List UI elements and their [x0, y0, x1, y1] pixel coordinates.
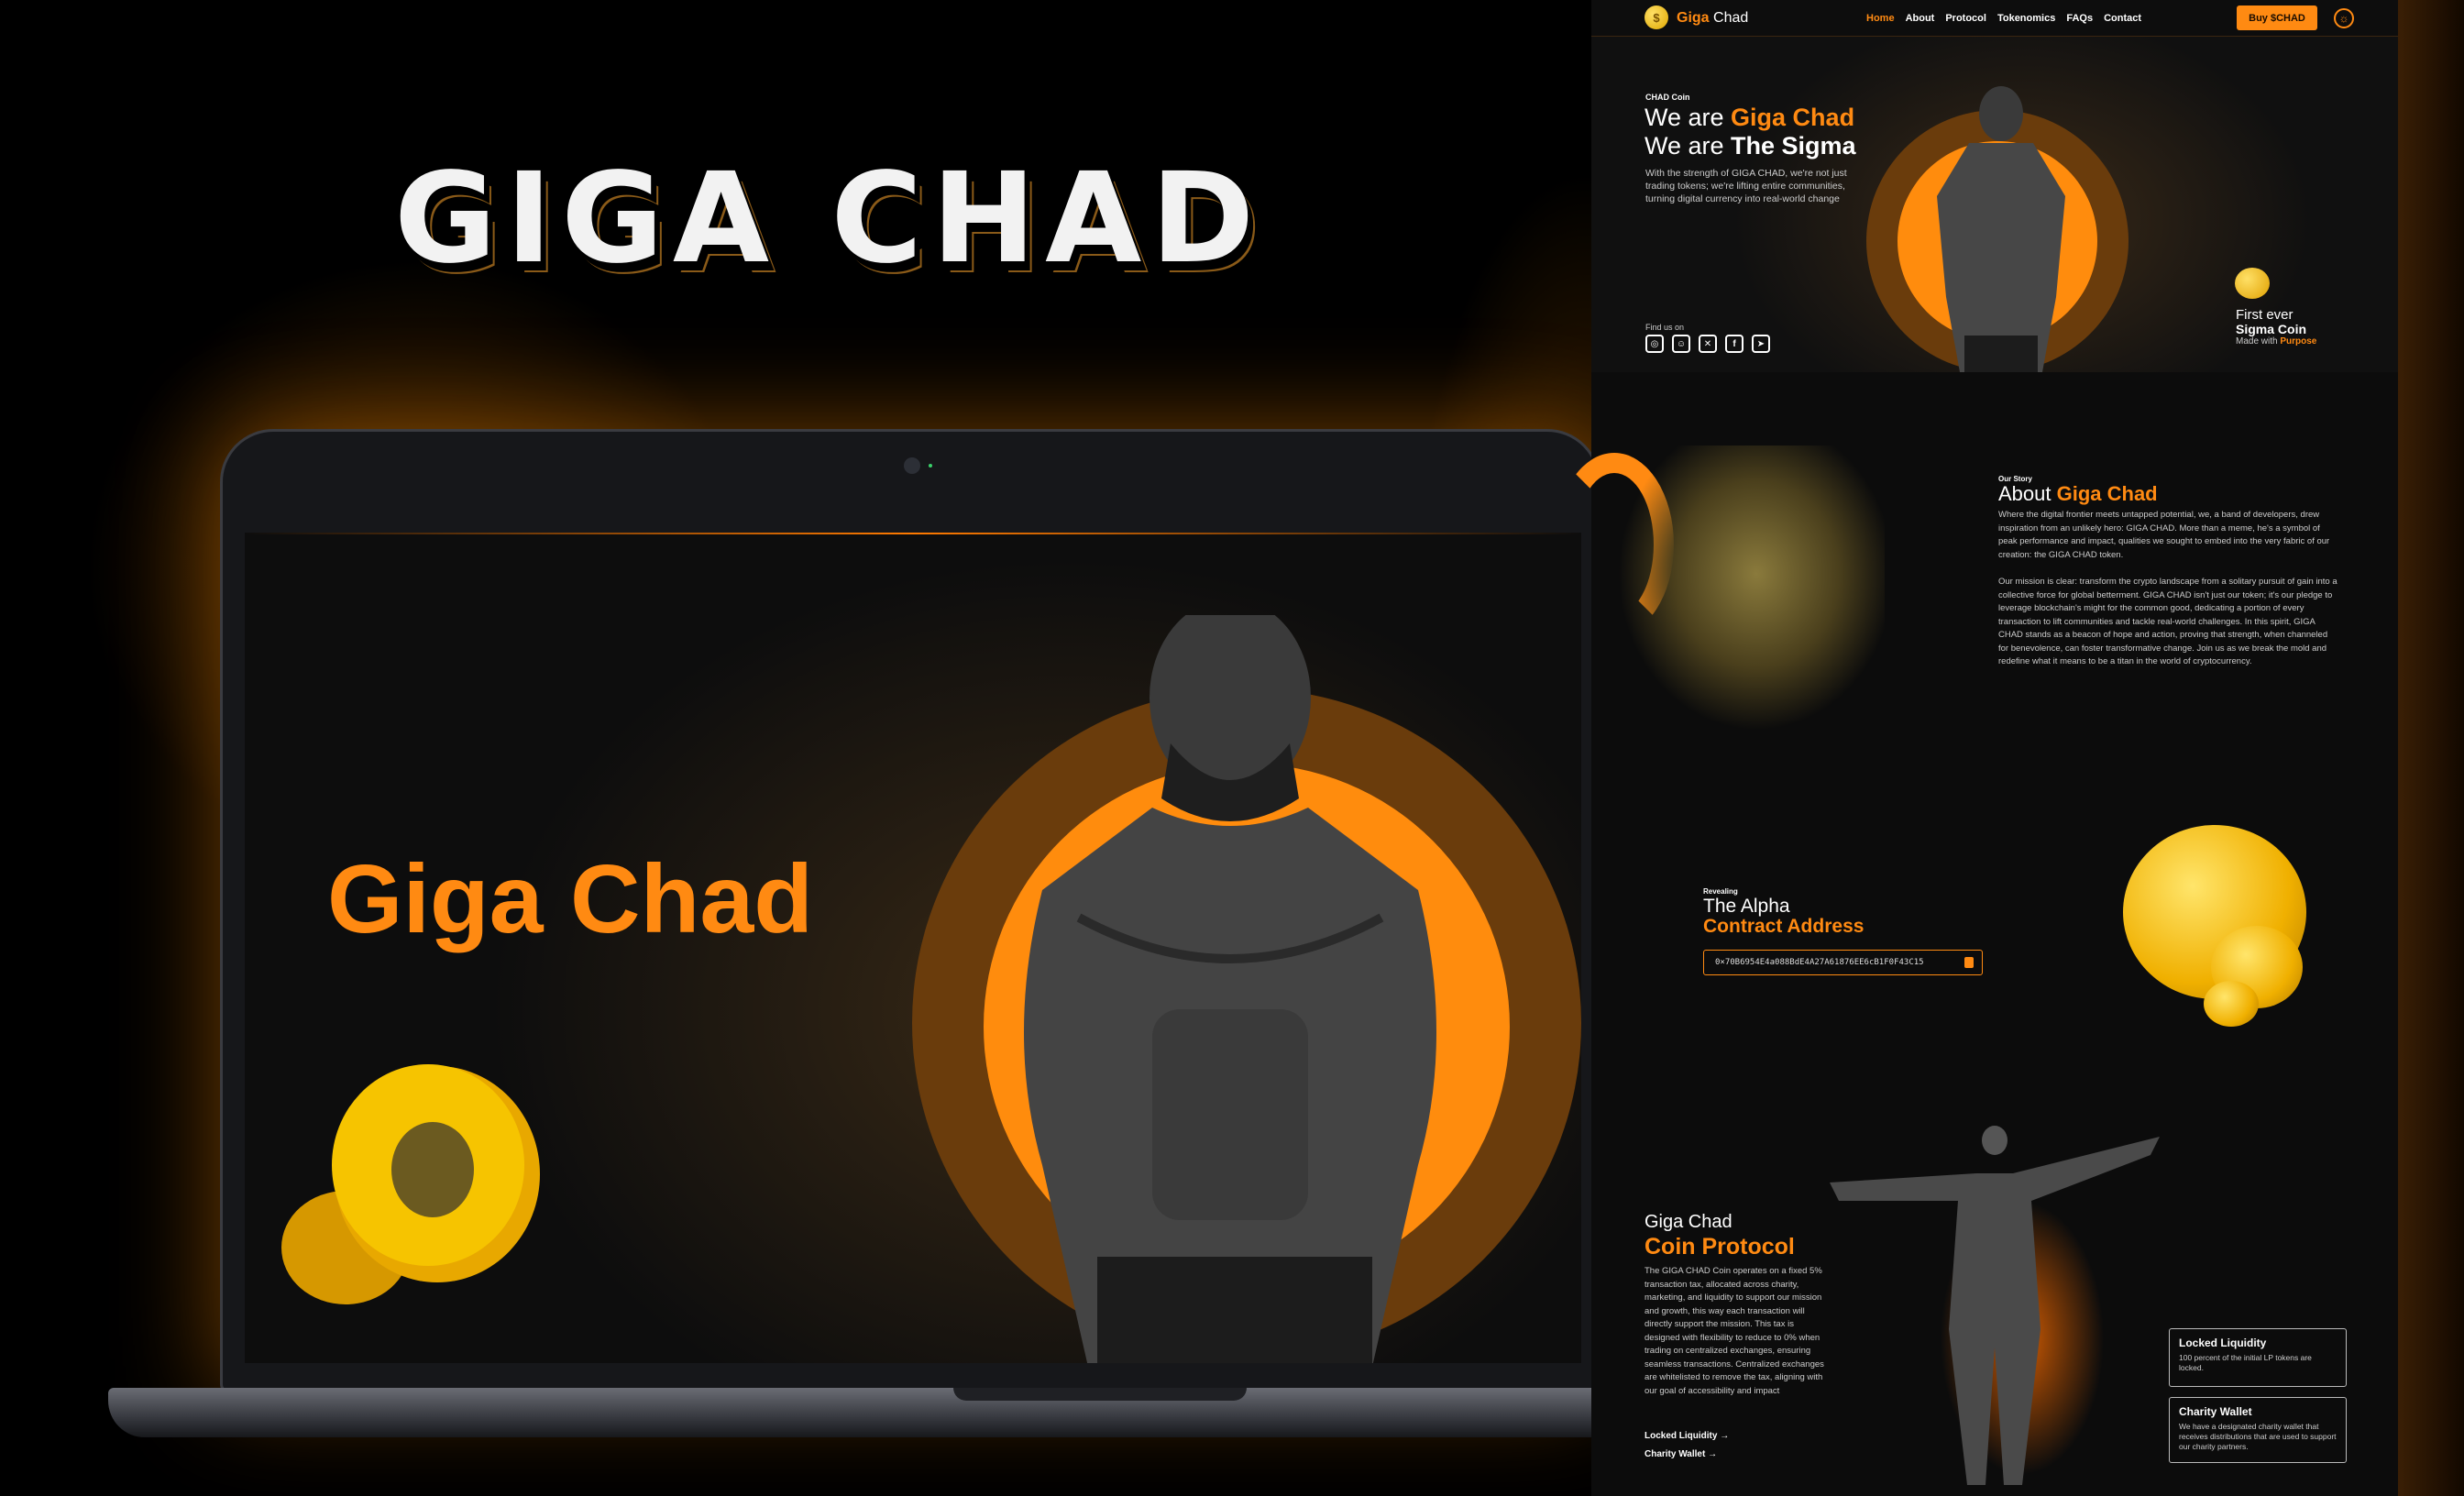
- right-edge-glow: [2398, 0, 2464, 1496]
- made-with-label: Made with Purpose: [2236, 336, 2316, 346]
- hero-paragraph: With the strength of GIGA CHAD, we're no…: [1645, 168, 1847, 204]
- x-icon[interactable]: ✕: [1699, 335, 1717, 353]
- hero-headline-1-highlight: Giga Chad: [1731, 104, 1855, 131]
- nav-link-protocol[interactable]: Protocol: [1945, 13, 1986, 24]
- brand-secondary: Chad: [1713, 10, 1749, 26]
- telegram-icon[interactable]: ➤: [1752, 335, 1770, 353]
- coin-small-image: [2204, 981, 2259, 1027]
- charity-wallet-card: Charity Wallet We have a designated char…: [2169, 1397, 2347, 1463]
- hero-section: CHAD Coin We are Giga Chad We are The Si…: [1591, 37, 2398, 372]
- camera-icon: [904, 457, 920, 474]
- logo-coin-icon[interactable]: $: [1644, 6, 1668, 29]
- about-paragraph-2: Our mission is clear: transform the cryp…: [1998, 577, 2338, 666]
- card-text: We have a designated charity wallet that…: [2179, 1422, 2337, 1451]
- protocol-heading-1: Giga Chad: [1644, 1212, 1732, 1232]
- protocol-paragraph: The GIGA CHAD Coin operates on a fixed 5…: [1644, 1266, 1824, 1396]
- locked-liquidity-link[interactable]: Locked Liquidity →: [1644, 1431, 1729, 1441]
- hero-headline-1: We are Giga Chad: [1644, 104, 1854, 132]
- about-title-highlight: Giga Chad: [2056, 482, 2158, 505]
- laptop-notch: [953, 1388, 1247, 1401]
- nav-link-home[interactable]: Home: [1866, 13, 1895, 24]
- about-section: Our Story About Giga Chad Where the digi…: [1555, 372, 2398, 770]
- hero-headline-2: We are The Sigma: [1644, 132, 1856, 160]
- contract-heading-2: Contract Address: [1703, 916, 1864, 937]
- hero-figure-image: [1937, 86, 2065, 372]
- hero-headline-2-highlight: The Sigma: [1731, 132, 1856, 160]
- screen-hero-heading: Giga Chad: [327, 845, 814, 953]
- navbar: $ Giga Chad Home About Protocol Tokenomi…: [1591, 0, 2398, 37]
- flexing-figure-image: [1830, 1126, 2160, 1485]
- card-text: 100 percent of the initial LP tokens are…: [2179, 1353, 2312, 1372]
- contract-address-text: 0×70B6954E4a088BdE4A27A61876EE6cB1F0F43C…: [1715, 958, 1924, 967]
- facebook-icon[interactable]: f: [1725, 335, 1744, 353]
- nav-link-contact[interactable]: Contact: [2104, 13, 2141, 24]
- made-with-prefix: Made with: [2236, 336, 2281, 346]
- first-ever-label: First ever: [2236, 307, 2294, 323]
- about-portrait-image: [1600, 446, 1885, 748]
- nav-link-tokenomics[interactable]: Tokenomics: [1997, 13, 2055, 24]
- nav-links: Home About Protocol Tokenomics FAQs Cont…: [1866, 13, 2141, 24]
- hero-eyebrow: CHAD Coin: [1645, 93, 1690, 102]
- instagram-icon[interactable]: ◎: [1645, 335, 1664, 353]
- website-preview: $ Giga Chad Home About Protocol Tokenomi…: [1555, 0, 2398, 1496]
- discord-icon[interactable]: ☺: [1672, 335, 1690, 353]
- protocol-section: Giga Chad Coin Protocol The GIGA CHAD Co…: [1591, 1100, 2398, 1496]
- screen-accent-line: [245, 533, 1581, 534]
- made-with-highlight: Purpose: [2280, 336, 2317, 346]
- laptop-base: [108, 1388, 1712, 1437]
- camera-led: [929, 464, 932, 468]
- sun-icon[interactable]: ☼: [2334, 8, 2354, 28]
- hero-headline-1-prefix: We are: [1644, 104, 1732, 131]
- brand-name[interactable]: Giga Chad: [1677, 10, 1748, 27]
- contract-eyebrow: Revealing: [1703, 887, 1738, 896]
- contract-section: Revealing The Alpha Contract Address 0×7…: [1591, 770, 2398, 1100]
- card-title: Locked Liquidity: [2179, 1336, 2267, 1349]
- buy-chad-button[interactable]: Buy $CHAD: [2237, 6, 2317, 30]
- find-us-label: Find us on: [1645, 323, 1685, 332]
- about-paragraph-1: Where the digital frontier meets untappe…: [1998, 510, 2330, 560]
- social-links: ◎ ☺ ✕ f ➤: [1645, 335, 1770, 353]
- laptop-lid: Giga Chad: [220, 429, 1600, 1393]
- sigma-coin-icon: [2235, 268, 2270, 299]
- showcase-title: GIGA CHAD: [394, 147, 1264, 292]
- hero-headline-2-prefix: We are: [1644, 132, 1732, 160]
- contract-heading-1: The Alpha: [1703, 896, 1790, 917]
- chad-coin-image: [281, 1064, 540, 1304]
- protocol-heading-2: Coin Protocol: [1644, 1234, 1795, 1260]
- giga-chad-figure-image: [1024, 615, 1436, 1363]
- locked-liquidity-card: Locked Liquidity 100 percent of the init…: [2169, 1328, 2347, 1387]
- brand-primary: Giga: [1677, 10, 1710, 26]
- nav-link-faqs[interactable]: FAQs: [2066, 13, 2093, 24]
- sigma-coin-label: Sigma Coin: [2236, 322, 2307, 336]
- laptop-mockup: Giga Chad: [108, 429, 1712, 1437]
- nav-link-about[interactable]: About: [1906, 13, 1935, 24]
- charity-wallet-link[interactable]: Charity Wallet →: [1644, 1449, 1717, 1459]
- about-title-prefix: About: [1998, 482, 2057, 505]
- card-title: Charity Wallet: [2179, 1405, 2252, 1418]
- laptop-screen: Giga Chad: [245, 533, 1581, 1363]
- contract-address-field[interactable]: 0×70B6954E4a088BdE4A27A61876EE6cB1F0F43C…: [1703, 950, 1983, 975]
- about-title: About Giga Chad: [1998, 482, 2158, 506]
- copy-icon[interactable]: [1964, 957, 1974, 968]
